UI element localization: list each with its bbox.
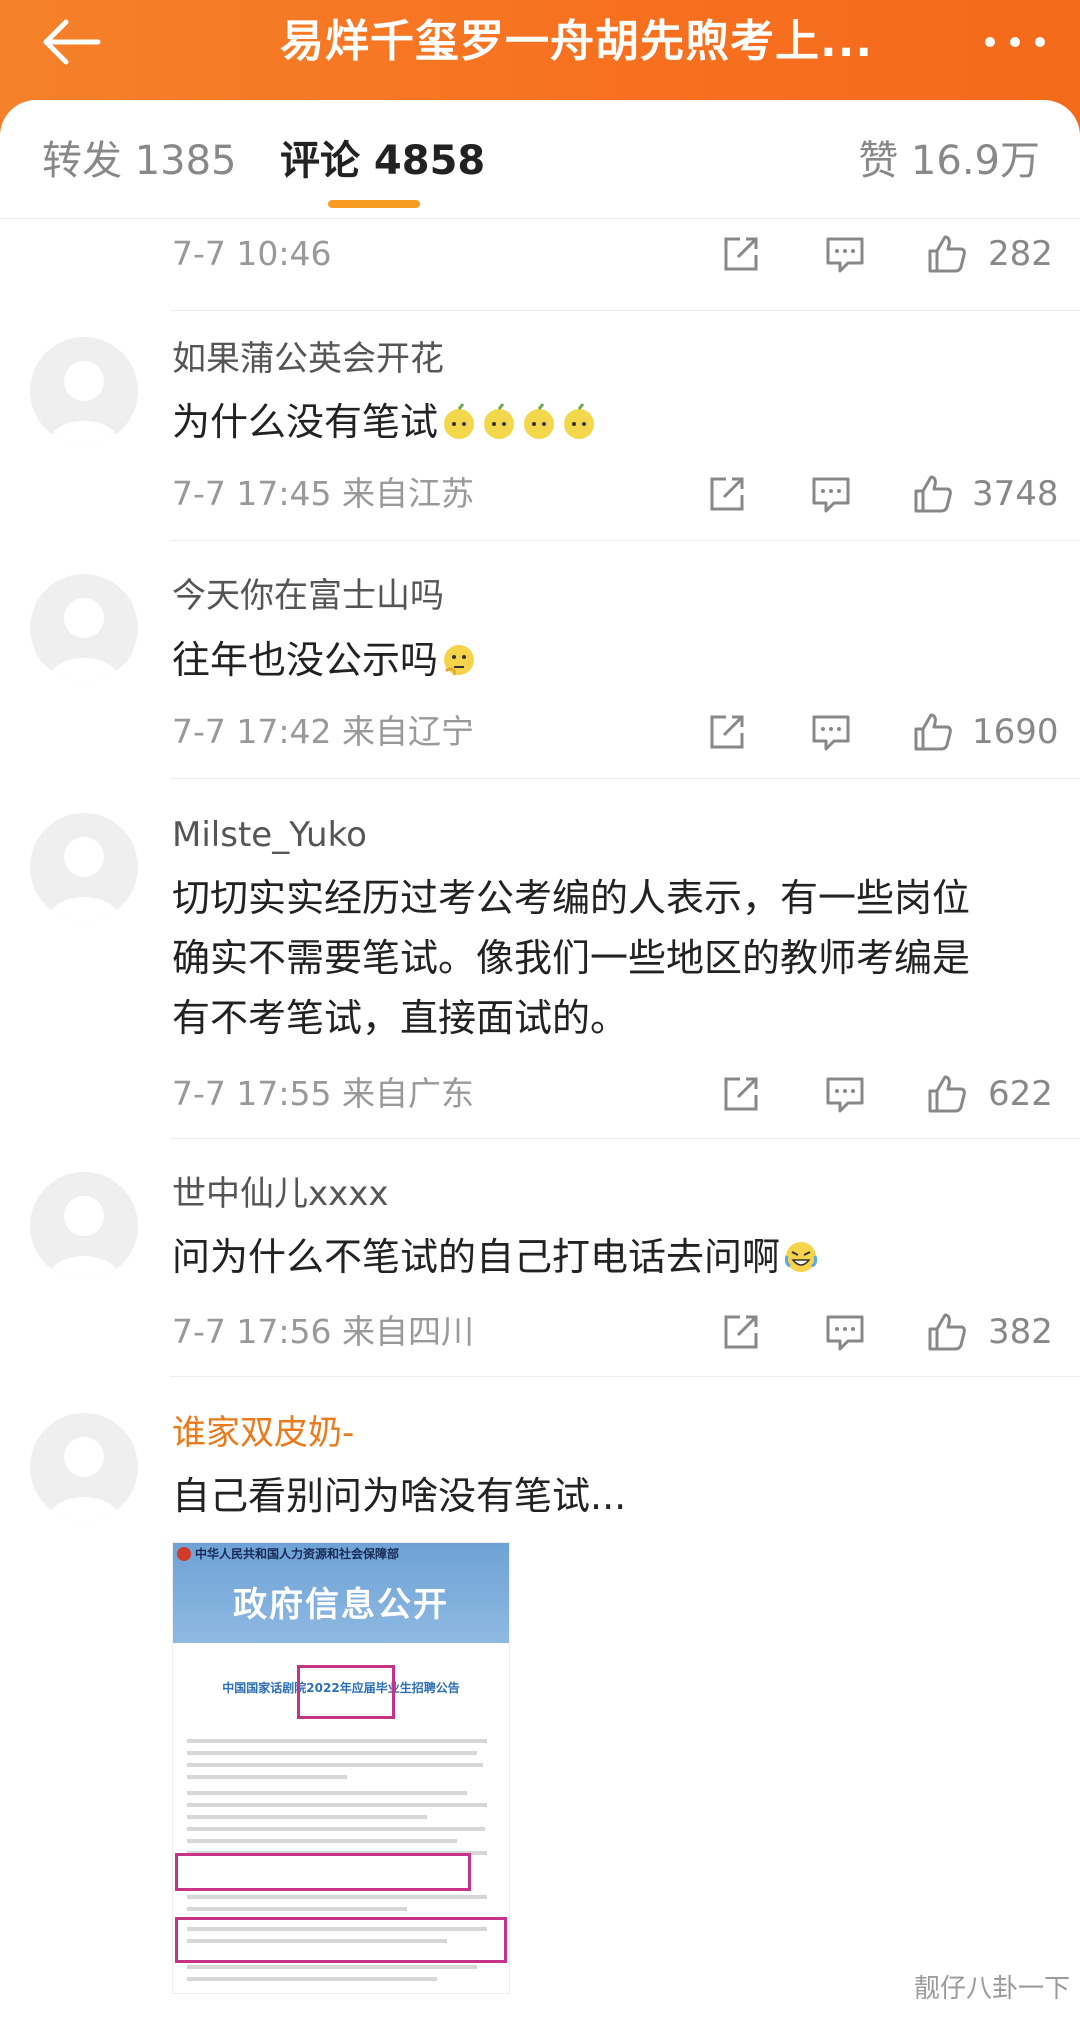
doc-text-line bbox=[187, 1939, 447, 1943]
comment-username[interactable]: 世中仙儿xxxx bbox=[172, 1171, 388, 1217]
comment-body: 往年也没公示吗 bbox=[172, 638, 439, 682]
divider bbox=[170, 778, 1080, 779]
doc-text-line bbox=[187, 1927, 487, 1931]
emblem-icon bbox=[177, 1547, 191, 1561]
tab-comments[interactable]: 评论 4858 bbox=[280, 136, 485, 186]
doc-banner: 中华人民共和国人力资源和社会保障部 政府信息公开 bbox=[173, 1543, 509, 1643]
arrow-left-icon[interactable] bbox=[36, 14, 106, 70]
doc-text-line bbox=[187, 1815, 427, 1819]
pear-emoji bbox=[484, 403, 515, 439]
comment-text: 自己看别问为啥没有笔试... bbox=[172, 1466, 1052, 1526]
doc-text-line bbox=[187, 1751, 477, 1755]
comment-line: 有不考笔试，直接面试的。 bbox=[172, 996, 629, 1040]
share-icon[interactable] bbox=[720, 1311, 762, 1353]
avatar[interactable] bbox=[30, 574, 138, 682]
share-icon[interactable] bbox=[720, 1073, 762, 1115]
avatar[interactable] bbox=[30, 1413, 138, 1521]
divider bbox=[170, 540, 1080, 541]
comment-body: 自己看别问为啥没有笔试... bbox=[172, 1474, 627, 1518]
comment-meta: 7-7 17:56 来自四川 382 bbox=[172, 1307, 1053, 1357]
pear-emoji bbox=[564, 403, 595, 439]
divider bbox=[170, 310, 1080, 311]
like-icon[interactable] bbox=[912, 711, 954, 753]
comment-text: 切切实实经历过考公考编的人表示，有一些岗位 确实不需要笔试。像我们一些地区的教师… bbox=[172, 868, 1052, 1048]
tab-likes[interactable]: 赞 16.9万 bbox=[858, 136, 1040, 186]
page-title: 易烊千玺罗一舟胡先煦考上... bbox=[280, 16, 874, 67]
comment-icon[interactable] bbox=[824, 233, 866, 275]
comment-icon[interactable] bbox=[824, 1073, 866, 1115]
comment-image[interactable]: 中华人民共和国人力资源和社会保障部 政府信息公开 中国国家话剧院2022年应届毕… bbox=[172, 1542, 510, 1994]
like-count: 382 bbox=[988, 1312, 1053, 1352]
avatar[interactable] bbox=[30, 813, 138, 921]
doc-text-line bbox=[187, 1791, 467, 1795]
comment-meta: 7-7 10:46 282 bbox=[172, 229, 1053, 279]
share-icon[interactable] bbox=[720, 233, 762, 275]
comment-time: 7-7 17:42 来自辽宁 bbox=[172, 712, 474, 751]
comment-time: 7-7 17:55 来自广东 bbox=[172, 1074, 474, 1113]
comment-body: 问为什么不笔试的自己打电话去问啊 bbox=[172, 1235, 781, 1279]
comment-username[interactable]: Milste_Yuko bbox=[172, 812, 367, 858]
tab-forward[interactable]: 转发 1385 bbox=[42, 136, 237, 186]
like-count: 622 bbox=[988, 1074, 1053, 1114]
like-icon[interactable] bbox=[926, 233, 968, 275]
avatar[interactable] bbox=[30, 337, 138, 445]
doc-text-line bbox=[187, 1965, 477, 1969]
comment-line: 确实不需要笔试。像我们一些地区的教师考编是 bbox=[172, 936, 971, 980]
doc-text-line bbox=[187, 1839, 457, 1843]
highlight-box bbox=[297, 1665, 395, 1719]
like-icon[interactable] bbox=[926, 1311, 968, 1353]
comment-text: 为什么没有笔试 bbox=[172, 392, 1052, 452]
comment-text: 往年也没公示吗 bbox=[172, 630, 1052, 690]
comment-username[interactable]: 谁家双皮奶- bbox=[172, 1410, 354, 1456]
comment-time: 7-7 10:46 bbox=[172, 234, 332, 273]
comment-icon[interactable] bbox=[810, 711, 852, 753]
content-sheet bbox=[0, 100, 1080, 2017]
doc-text-line bbox=[187, 1895, 487, 1899]
doc-text-line bbox=[187, 1763, 483, 1767]
doc-text-line bbox=[187, 1977, 437, 1981]
comment-username[interactable]: 今天你在富士山吗 bbox=[172, 573, 444, 619]
like-count: 1690 bbox=[972, 712, 1059, 752]
comment-icon[interactable] bbox=[824, 1311, 866, 1353]
comment-body: 为什么没有笔试 bbox=[172, 400, 439, 444]
share-icon[interactable] bbox=[706, 711, 748, 753]
comment-time: 7-7 17:45 来自江苏 bbox=[172, 474, 474, 513]
divider bbox=[170, 1376, 1080, 1377]
like-count: 282 bbox=[988, 234, 1053, 274]
comment-line: 切切实实经历过考公考编的人表示，有一些岗位 bbox=[172, 876, 971, 920]
doc-text-line bbox=[187, 1827, 485, 1831]
avatar[interactable] bbox=[30, 1172, 138, 1280]
laugh-cry-emoji bbox=[784, 1242, 818, 1272]
doc-org-name: 中华人民共和国人力资源和社会保障部 bbox=[195, 1547, 400, 1561]
share-icon[interactable] bbox=[706, 473, 748, 515]
watermark: 靓仔八卦一下 bbox=[913, 1974, 1070, 2004]
divider bbox=[170, 1138, 1080, 1139]
highlight-box bbox=[175, 1853, 471, 1891]
doc-banner-title: 政府信息公开 bbox=[233, 1585, 449, 1625]
comment-text: 问为什么不笔试的自己打电话去问啊 bbox=[172, 1227, 1052, 1287]
active-tab-indicator bbox=[328, 200, 420, 208]
like-count: 3748 bbox=[972, 474, 1059, 514]
thinking-emoji bbox=[444, 645, 475, 676]
comment-username[interactable]: 如果蒲公英会开花 bbox=[172, 336, 444, 382]
comment-icon[interactable] bbox=[810, 473, 852, 515]
tab-bar: 转发 1385 评论 4858 赞 16.9万 bbox=[0, 100, 1080, 219]
comment-meta: 7-7 17:45 来自江苏 3748 bbox=[172, 469, 1059, 519]
like-icon[interactable] bbox=[912, 473, 954, 515]
like-icon[interactable] bbox=[926, 1073, 968, 1115]
comment-time: 7-7 17:56 来自四川 bbox=[172, 1312, 474, 1351]
doc-text-line bbox=[187, 1907, 407, 1911]
comment-meta: 7-7 17:55 来自广东 622 bbox=[172, 1069, 1053, 1119]
more-dots-icon[interactable] bbox=[980, 24, 1050, 60]
pear-emoji bbox=[524, 403, 555, 439]
doc-text-line bbox=[187, 1803, 487, 1807]
pear-emoji bbox=[444, 403, 475, 439]
doc-text-line bbox=[187, 1775, 347, 1779]
doc-text-line bbox=[187, 1739, 487, 1743]
comment-meta: 7-7 17:42 来自辽宁 1690 bbox=[172, 707, 1059, 757]
